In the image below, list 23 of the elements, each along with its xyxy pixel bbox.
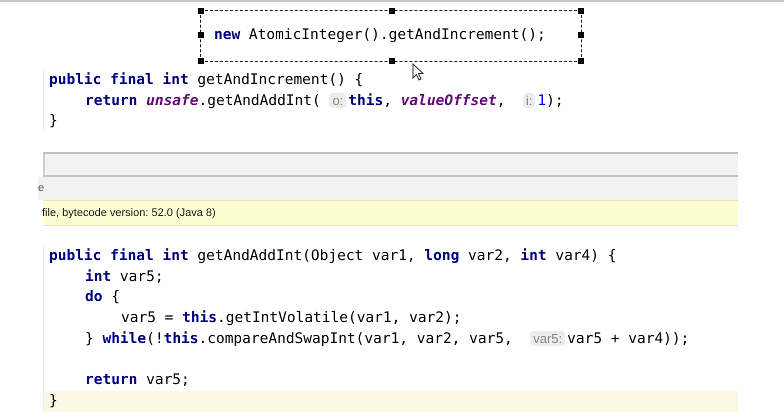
code-line: do { [85,288,120,308]
mouse-cursor-icon [412,63,424,81]
selection-frame[interactable]: new AtomicInteger().getAndIncrement(); [200,10,582,62]
resize-handle[interactable] [389,58,395,64]
code-line: public final int getAndAddInt(Object var1, long var2, int var4) { [49,247,616,266]
tab-label[interactable]: e [38,180,44,197]
code-line: return unsafe.getAndAddInt( o: this, valueOffset, i: 1); [85,92,564,111]
code-line: } while(!this.compareAndSwapInt(var1, var2, var5, var5: var5 + var4)); [85,330,690,349]
resize-handle[interactable] [578,8,584,14]
code-line: new AtomicInteger().getAndIncrement(); [214,26,546,46]
resize-handle[interactable] [198,32,204,38]
notice-text: file, bytecode version: 52.0 (Java 8) [42,206,216,221]
resize-handle[interactable] [389,8,395,14]
resize-handle[interactable] [578,32,584,38]
code-line: int var5; [85,268,164,287]
code-line: public final int getAndIncrement() { [49,71,364,90]
code-line: } [49,112,58,132]
code-line: var5 = this.getIntVolatile(var1, var2); [121,309,462,328]
code-line: return var5; [85,371,190,390]
resize-handle[interactable] [578,58,584,64]
resize-handle[interactable] [198,8,204,14]
code-line: } [49,392,58,411]
resize-handle[interactable] [198,58,204,64]
